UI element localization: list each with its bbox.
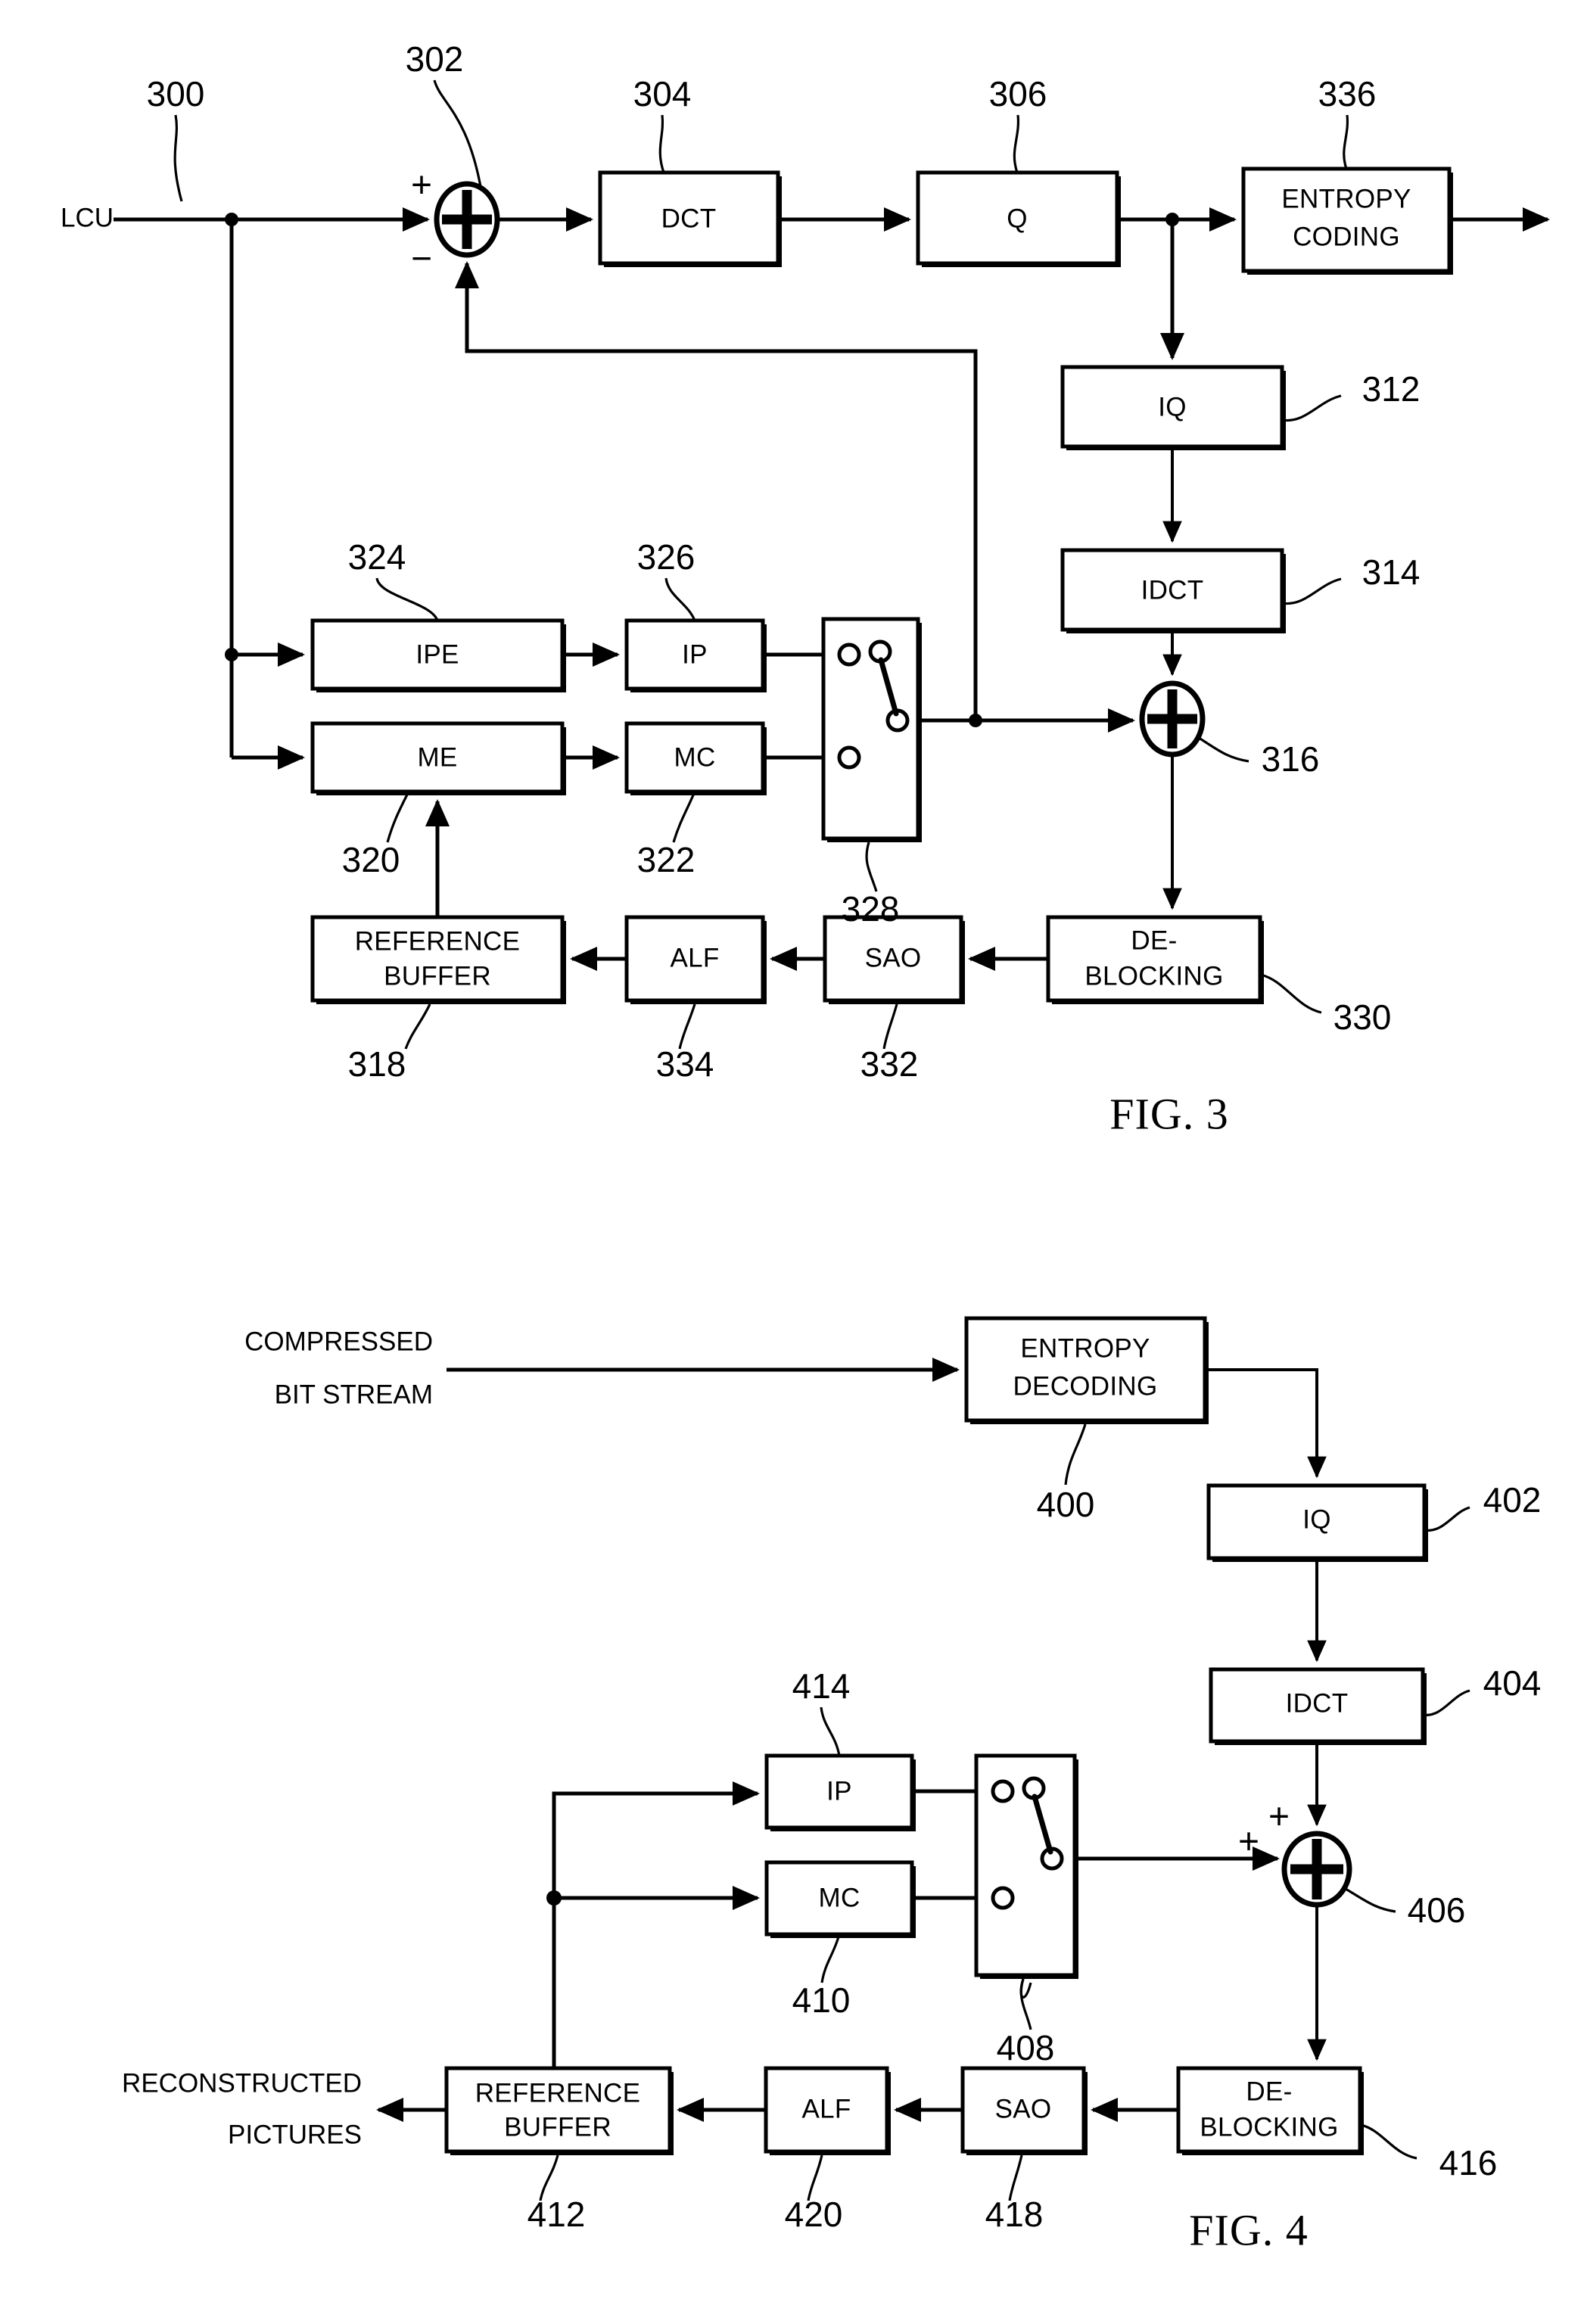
ref-number-302: 302 xyxy=(406,39,464,79)
ref-number-332: 332 xyxy=(860,1044,919,1084)
reference-buffer-block[interactable]: REFERENCE BUFFER xyxy=(310,915,566,1004)
ref-number-418: 418 xyxy=(985,2195,1044,2234)
ref-number-420: 420 xyxy=(785,2195,843,2234)
switch-terminal-inter-4[interactable] xyxy=(991,1886,1015,1910)
ref-number-320: 320 xyxy=(342,840,400,879)
dct-block[interactable]: DCT xyxy=(598,170,782,267)
idct-block[interactable]: IDCT xyxy=(1060,548,1286,633)
ref-number-404: 404 xyxy=(1483,1663,1542,1703)
ref-number-318: 318 xyxy=(348,1044,406,1084)
ref-number-414: 414 xyxy=(792,1666,851,1706)
reconstructed-label-line1: RECONSTRUCTED xyxy=(122,2068,362,2098)
switch-terminal-intra-4[interactable] xyxy=(991,1779,1015,1803)
mc-block-label: MC xyxy=(674,742,715,772)
mc-block-4-label: MC xyxy=(818,1883,860,1912)
ref-number-316: 316 xyxy=(1262,739,1320,779)
ref-number-406: 406 xyxy=(1408,1890,1466,1930)
ref-number-322: 322 xyxy=(637,840,696,879)
patent-figure-sheet: DCT 304 Q 306 ENTROPY CODING 336 IQ 312 … xyxy=(0,0,1584,2324)
switch-terminal-intra[interactable] xyxy=(837,642,861,667)
adder-302-minus-sign: − xyxy=(411,239,432,279)
mc-block-4[interactable]: MC xyxy=(764,1860,916,1938)
figure-4-caption: FIG. 4 xyxy=(1189,2205,1308,2254)
ref-number-330: 330 xyxy=(1333,997,1392,1037)
reconstructed-label-line2: PICTURES xyxy=(228,2120,362,2149)
entropy-decoding-block[interactable]: ENTROPY DECODING xyxy=(964,1316,1209,1424)
idct-block-label: IDCT xyxy=(1141,575,1204,605)
ref-number-412: 412 xyxy=(527,2195,586,2234)
q-block-label: Q xyxy=(1007,204,1028,233)
entropy-coding-line2: CODING xyxy=(1293,222,1400,251)
iq-block[interactable]: IQ xyxy=(1060,365,1286,450)
de-blocking-block[interactable]: DE- BLOCKING xyxy=(1046,915,1264,1004)
adder-406-plus-sign-top: + xyxy=(1268,1797,1290,1837)
reference-buffer-4-line2: BUFFER xyxy=(504,2112,612,2142)
sheet-background xyxy=(0,0,1584,2324)
de-blocking-block-4[interactable]: DE- BLOCKING xyxy=(1176,2066,1364,2155)
iq-block-label: IQ xyxy=(1158,392,1187,422)
sao-block-label: SAO xyxy=(865,943,922,972)
reference-buffer-line1: REFERENCE xyxy=(355,926,521,956)
ref-number-328: 328 xyxy=(842,889,900,929)
mc-block[interactable]: MC xyxy=(624,721,767,795)
bitstream-label-line2: BIT STREAM xyxy=(275,1380,433,1409)
reference-buffer-block-4[interactable]: REFERENCE BUFFER xyxy=(444,2066,674,2155)
ref-number-324: 324 xyxy=(348,537,406,577)
ref-number-312: 312 xyxy=(1362,369,1421,409)
entropy-decoding-line2: DECODING xyxy=(1013,1371,1157,1401)
ref-number-314: 314 xyxy=(1362,552,1421,592)
ip-block-4-label: IP xyxy=(826,1776,852,1806)
de-blocking-4-line2: BLOCKING xyxy=(1200,2112,1338,2142)
ipe-block-label: IPE xyxy=(415,639,459,669)
mode-switch-328[interactable] xyxy=(821,617,922,842)
sao-block-4[interactable]: SAO xyxy=(960,2066,1088,2155)
sao-block-4-label: SAO xyxy=(995,2094,1052,2123)
ref-number-326: 326 xyxy=(637,537,696,577)
ip-block[interactable]: IP xyxy=(624,618,767,692)
de-blocking-line2: BLOCKING xyxy=(1085,961,1223,991)
input-label-lcu: LCU xyxy=(61,203,114,232)
ref-number-306: 306 xyxy=(989,74,1047,114)
ref-number-408: 408 xyxy=(997,2028,1055,2067)
entropy-coding-block[interactable]: ENTROPY CODING xyxy=(1241,166,1453,275)
ipe-block[interactable]: IPE xyxy=(310,618,566,692)
alf-block[interactable]: ALF xyxy=(624,915,767,1004)
entropy-decoding-line1: ENTROPY xyxy=(1020,1333,1150,1363)
ref-number-304: 304 xyxy=(633,74,692,114)
ip-block-label: IP xyxy=(682,639,708,669)
idct-block-4-label: IDCT xyxy=(1286,1688,1349,1718)
ip-block-4[interactable]: IP xyxy=(764,1753,916,1831)
iq-block-4-label: IQ xyxy=(1302,1504,1331,1534)
sao-block[interactable]: SAO xyxy=(823,915,965,1004)
ref-number-300: 300 xyxy=(147,74,205,114)
adder-406-plus-sign-left: + xyxy=(1238,1822,1259,1862)
bitstream-label-line1: COMPRESSED xyxy=(244,1327,433,1356)
ref-number-334: 334 xyxy=(656,1044,714,1084)
me-block[interactable]: ME xyxy=(310,721,566,795)
entropy-coding-line1: ENTROPY xyxy=(1281,184,1411,213)
idct-block-4[interactable]: IDCT xyxy=(1209,1667,1427,1745)
dct-block-label: DCT xyxy=(661,204,717,233)
alf-block-4-label: ALF xyxy=(801,2094,851,2123)
mode-switch-408[interactable] xyxy=(974,1753,1078,1979)
de-blocking-4-line1: DE- xyxy=(1246,2077,1292,2106)
me-block-label: ME xyxy=(417,742,457,772)
ref-number-416: 416 xyxy=(1439,2143,1498,2182)
adder-316 xyxy=(1139,680,1206,758)
ref-number-336: 336 xyxy=(1318,74,1377,114)
ref-number-402: 402 xyxy=(1483,1480,1542,1520)
q-block[interactable]: Q xyxy=(916,170,1121,267)
iq-block-4[interactable]: IQ xyxy=(1206,1483,1428,1562)
figure-3-caption: FIG. 3 xyxy=(1109,1089,1228,1138)
de-blocking-line1: DE- xyxy=(1131,926,1177,955)
switch-terminal-inter[interactable] xyxy=(837,745,861,770)
reference-buffer-4-line1: REFERENCE xyxy=(475,2078,641,2108)
ref-number-400: 400 xyxy=(1037,1485,1095,1524)
adder-302-plus-sign: + xyxy=(411,166,432,206)
ref-number-410: 410 xyxy=(792,1980,851,2020)
alf-block-4[interactable]: ALF xyxy=(764,2066,891,2155)
alf-block-label: ALF xyxy=(670,943,719,972)
reference-buffer-line2: BUFFER xyxy=(384,961,491,991)
